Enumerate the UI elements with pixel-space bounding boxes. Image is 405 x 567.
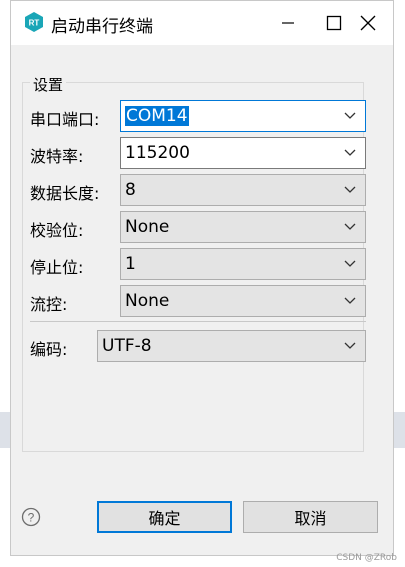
minimize-button[interactable] bbox=[265, 1, 311, 45]
flow-control-value: None bbox=[125, 291, 170, 311]
encoding-select[interactable]: UTF-8 bbox=[97, 330, 366, 362]
data-bits-value: 8 bbox=[125, 180, 136, 200]
chevron-down-icon bbox=[344, 223, 356, 230]
data-bits-select[interactable]: 8 bbox=[120, 174, 366, 206]
port-value: COM14 bbox=[125, 106, 189, 126]
stop-bits-select[interactable]: 1 bbox=[120, 248, 366, 280]
flow-control-select[interactable]: None bbox=[120, 285, 366, 317]
parity-value: None bbox=[125, 217, 170, 237]
baud-rate-value: 115200 bbox=[125, 143, 190, 163]
app-icon: RT bbox=[25, 12, 43, 32]
window-title: 启动串行终端 bbox=[51, 17, 153, 37]
cancel-button[interactable]: 取消 bbox=[243, 501, 378, 533]
chevron-down-icon bbox=[344, 260, 356, 267]
settings-group-legend: 设置 bbox=[30, 74, 67, 95]
stop-bits-label: 停止位: bbox=[30, 258, 84, 277]
separator bbox=[30, 321, 366, 322]
chevron-down-icon bbox=[344, 186, 356, 193]
encoding-value: UTF-8 bbox=[102, 336, 152, 356]
close-button[interactable] bbox=[345, 1, 391, 45]
svg-text:?: ? bbox=[28, 511, 35, 525]
data-bits-label: 数据长度: bbox=[30, 184, 100, 203]
parity-label: 校验位: bbox=[30, 221, 84, 240]
encoding-label: 编码: bbox=[30, 340, 68, 359]
parity-select[interactable]: None bbox=[120, 211, 366, 243]
help-icon[interactable]: ? bbox=[21, 507, 41, 527]
minimize-icon bbox=[282, 22, 294, 24]
close-icon bbox=[360, 15, 376, 31]
chevron-down-icon bbox=[344, 297, 356, 304]
port-combobox[interactable]: COM14 bbox=[120, 100, 366, 132]
watermark: CSDN @ZRob bbox=[336, 553, 397, 563]
chevron-down-icon[interactable] bbox=[343, 147, 357, 159]
baud-rate-label: 波特率: bbox=[30, 147, 84, 166]
maximize-icon bbox=[326, 15, 342, 31]
port-label: 串口端口: bbox=[30, 110, 100, 129]
flow-control-label: 流控: bbox=[30, 295, 68, 314]
chevron-down-icon bbox=[344, 342, 356, 349]
baud-rate-combobox[interactable]: 115200 bbox=[120, 137, 366, 169]
title-bar[interactable]: RT 启动串行终端 bbox=[11, 1, 393, 45]
ok-button[interactable]: 确定 bbox=[97, 501, 232, 533]
svg-text:RT: RT bbox=[29, 19, 40, 28]
stop-bits-value: 1 bbox=[125, 254, 136, 274]
chevron-down-icon[interactable] bbox=[343, 110, 357, 122]
